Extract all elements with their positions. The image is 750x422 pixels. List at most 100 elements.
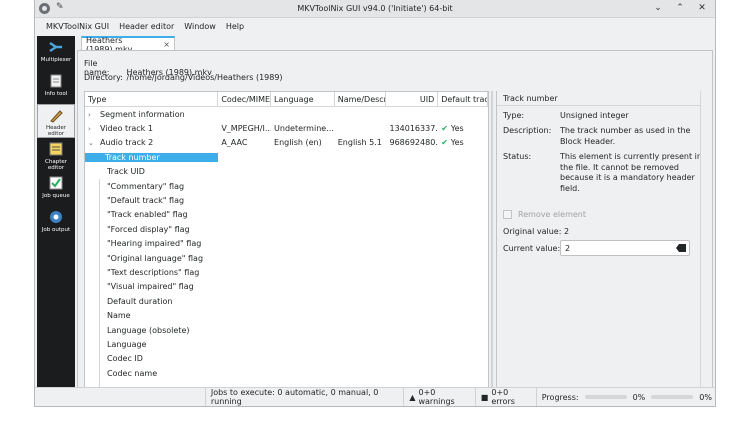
errors-label: 0+0 errors	[491, 388, 515, 406]
check-icon: ✔	[441, 138, 451, 148]
col-default-track[interactable]: Default trac	[438, 92, 488, 106]
progress-bar-total	[651, 395, 694, 399]
tree-cell-text: "Forced display" flag	[107, 224, 190, 234]
current-value-label: Current value:	[503, 244, 561, 253]
job-queue-icon	[47, 174, 65, 192]
tree-cell-text: Language (obsolete)	[107, 325, 190, 335]
original-value-row: Original value: 2	[503, 227, 703, 239]
tree-row[interactable]: Language	[85, 337, 488, 351]
editor-panel: File name: Heathers (1989).mkv Directory…	[77, 50, 713, 389]
tree-cell-text: English (en)	[274, 138, 322, 148]
sidebar-item-info-tool[interactable]: Info tool	[37, 70, 75, 104]
maximize-icon[interactable]: ⌃	[673, 1, 687, 15]
tab-close-icon[interactable]: ×	[163, 40, 170, 49]
element-tree[interactable]: Type Codec/MIME Language Name/Descr UID …	[84, 91, 489, 389]
menu-mkvtoolnix[interactable]: MKVToolNix GUI	[41, 22, 114, 31]
sidebar-item-label: Job queue	[42, 193, 70, 199]
sidebar-item-job-output[interactable]: Job output	[37, 206, 75, 240]
tab-heathers[interactable]: Heathers (1989).mkv ×	[81, 36, 175, 54]
tree-cell-text: Track UID	[107, 167, 145, 177]
col-type[interactable]: Type	[85, 92, 219, 106]
menu-header-editor[interactable]: Header editor	[114, 22, 179, 31]
tree-cell-text: A_AAC	[221, 138, 248, 148]
app-icon[interactable]	[39, 3, 50, 14]
tree-cell-text: "Hearing impaired" flag	[107, 239, 202, 249]
tree-row[interactable]: "Original language" flag	[85, 251, 488, 265]
tree-row[interactable]: Codec ID	[85, 352, 488, 366]
tree-cell: "Forced display" flag	[85, 225, 218, 234]
tree-row[interactable]: Codec name	[85, 366, 488, 380]
errors-status[interactable]: ■ 0+0 errors	[474, 387, 536, 406]
info-tool-icon	[47, 72, 65, 90]
collapsed-arrow-icon[interactable]: ›	[88, 111, 98, 119]
tree-cell: 968692480...	[386, 138, 438, 147]
tree-row[interactable]: "Track enabled" flag	[85, 208, 488, 222]
tree-row[interactable]: › Segment information	[85, 107, 488, 121]
minimize-icon[interactable]: ⌄	[651, 1, 665, 15]
col-codec[interactable]: Codec/MIME	[218, 92, 272, 106]
tree-row[interactable]: Name	[85, 308, 488, 322]
tree-row[interactable]: "Hearing impaired" flag	[85, 237, 488, 251]
detail-status: Status: This element is currently presen…	[503, 152, 703, 196]
tree-cell: Language	[85, 340, 218, 349]
sidebar-item-job-queue[interactable]: Job queue	[37, 172, 75, 206]
close-icon[interactable]: ✕	[695, 1, 709, 15]
tree-cell: › Video track 1	[85, 124, 218, 133]
col-language[interactable]: Language	[271, 92, 335, 106]
sidebar-item-label: Header editor	[45, 125, 67, 137]
tree-row[interactable]: "Text descriptions" flag	[85, 265, 488, 279]
sidebar-item-multiplexer[interactable]: Multiplexer	[37, 36, 75, 70]
collapsed-arrow-icon[interactable]: ›	[88, 125, 98, 133]
tree-cell-text: Yes	[450, 138, 464, 148]
tree-row[interactable]: "Default track" flag	[85, 193, 488, 207]
multiplexer-icon	[47, 38, 65, 56]
warnings-status[interactable]: ▲ 0+0 warnings	[403, 387, 474, 406]
tree-cell: 134016337...	[386, 124, 438, 133]
tree-cell-text: Yes	[450, 124, 464, 134]
tree-cell: Language (obsolete)	[85, 326, 218, 335]
tree-cell-text: Undetermine...	[274, 124, 334, 134]
current-value-input[interactable]: 2	[560, 240, 690, 256]
progress-label: Progress:	[541, 392, 579, 402]
tree-cell: "Visual impaired" flag	[85, 282, 218, 291]
menu-window[interactable]: Window	[179, 22, 221, 31]
tree-row[interactable]: "Commentary" flag	[85, 179, 488, 193]
tree-row[interactable]: "Visual impaired" flag	[85, 280, 488, 294]
checkbox-box	[503, 210, 512, 219]
tree-row[interactable]: Language (obsolete)	[85, 323, 488, 337]
tree-row[interactable]: "Forced display" flag	[85, 222, 488, 236]
tree-guide-line	[99, 179, 100, 388]
expanded-arrow-icon[interactable]: ⌄	[88, 139, 98, 147]
tree-cell-text: 134016337...	[389, 124, 439, 134]
tree-row[interactable]: ⌄ Audio track 2 A_AAC English (en) English 5…	[85, 136, 488, 150]
progress-status: Progress: 0% 0%	[535, 387, 715, 406]
col-uid[interactable]: UID	[386, 92, 439, 106]
sidebar-item-header-editor[interactable]: Header editor	[37, 104, 75, 138]
tree-cell-text: "Original language" flag	[107, 253, 204, 263]
remove-element-checkbox[interactable]: Remove element	[503, 210, 586, 219]
tree-row[interactable]: Track UID	[85, 165, 488, 179]
progress-current-value: 0%	[632, 392, 646, 402]
pane-splitter[interactable]	[489, 91, 495, 389]
tree-cell: "Hearing impaired" flag	[85, 239, 218, 248]
details-scrollbar[interactable]	[700, 91, 708, 389]
tree-row[interactable]: Track number	[85, 150, 488, 164]
chapter-editor-icon	[47, 140, 65, 158]
clear-field-icon[interactable]	[676, 244, 686, 252]
tree-row[interactable]: Default duration	[85, 294, 488, 308]
window-title: MKVToolNix GUI v94.0 ('Initiate') 64-bit	[297, 4, 453, 13]
col-name[interactable]: Name/Descr	[335, 92, 387, 106]
tree-cell-text: Video track 1	[100, 124, 153, 134]
tree-cell-text: Name	[107, 311, 131, 321]
menu-help[interactable]: Help	[221, 22, 249, 31]
tree-cell: English 5.1	[335, 138, 387, 147]
sidebar-item-chapter-editor[interactable]: Chapter editor	[37, 138, 75, 172]
tree-row[interactable]: › Video track 1 V_MPEGH/I... Undetermine...…	[85, 121, 488, 135]
tree-cell: ✔ Yes	[438, 138, 488, 147]
details-header: Track number	[497, 91, 708, 106]
warning-icon: ▲	[409, 392, 416, 402]
sidebar-item-label: Chapter editor	[45, 159, 67, 171]
title-bar: ✎ MKVToolNix GUI v94.0 ('Initiate') 64-b…	[35, 0, 715, 18]
tree-cell: ✔ Yes	[438, 124, 488, 133]
pin-icon[interactable]: ✎	[56, 2, 64, 12]
